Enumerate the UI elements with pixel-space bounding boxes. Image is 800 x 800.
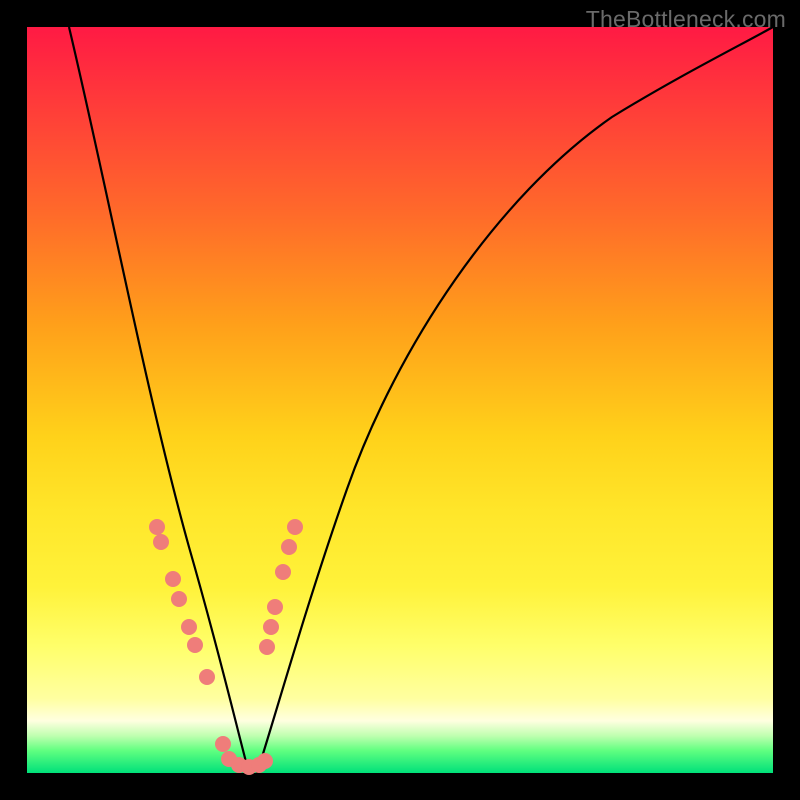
dots-group: [149, 519, 303, 775]
left-curve: [69, 27, 249, 773]
data-dot: [257, 753, 273, 769]
data-dot: [281, 539, 297, 555]
data-dot: [171, 591, 187, 607]
data-dot: [287, 519, 303, 535]
data-dot: [215, 736, 231, 752]
data-dot: [275, 564, 291, 580]
data-dot: [181, 619, 197, 635]
data-dot: [165, 571, 181, 587]
data-dot: [187, 637, 203, 653]
data-dot: [267, 599, 283, 615]
plot-area: [27, 27, 773, 773]
right-curve: [257, 27, 773, 773]
curves-svg: [27, 27, 773, 773]
data-dot: [259, 639, 275, 655]
stage: TheBottleneck.com: [0, 0, 800, 800]
data-dot: [199, 669, 215, 685]
data-dot: [263, 619, 279, 635]
data-dot: [149, 519, 165, 535]
data-dot: [153, 534, 169, 550]
